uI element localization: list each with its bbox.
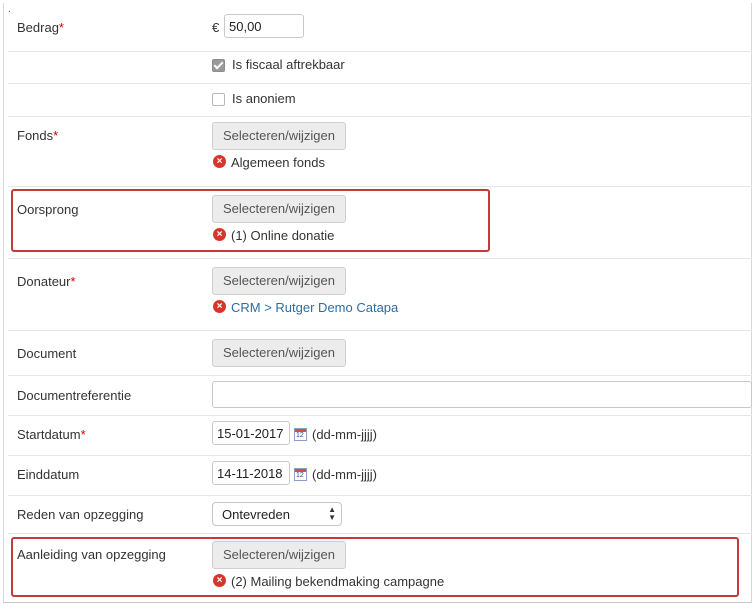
einddatum-input[interactable] [212,461,290,485]
fonds-remove-icon[interactable]: × [213,155,226,168]
reden-label: Reden van opzegging [17,507,144,522]
row-document: Document Selecteren/wijzigen [8,330,752,376]
startdatum-calendar-icon[interactable]: 12 [294,428,307,441]
anoniem-checkbox[interactable] [212,93,225,106]
row-donateur: Donateur* Selecteren/wijzigen × CRM > Ru… [8,258,752,331]
bedrag-label: Bedrag* [17,20,64,35]
fiscaal-label: Is fiscaal aftrekbaar [232,57,345,72]
donateur-select-button[interactable]: Selecteren/wijzigen [212,267,346,295]
einddatum-label: Einddatum [17,467,80,482]
row-reden: Reden van opzegging Ontevreden ▲ ▼ [8,495,752,534]
einddatum-format: (dd-mm-jjjj) [312,467,377,482]
einddatum-calendar-icon[interactable]: 12 [294,468,307,481]
fiscaal-checkbox[interactable] [212,59,225,72]
document-label: Document [17,346,77,361]
reden-selected: Ontevreden [222,507,290,522]
row-documentreferentie: Documentreferentie [8,375,752,416]
fonds-select-button[interactable]: Selecteren/wijzigen [212,122,346,150]
oorsprong-highlight [11,189,490,252]
row-einddatum: Einddatum 12 (dd-mm-jjjj) [8,455,752,496]
currency-symbol: € [212,20,220,35]
startdatum-input[interactable] [212,421,290,445]
bedrag-input[interactable] [224,14,304,38]
donateur-link[interactable]: CRM > Rutger Demo Catapa [231,300,398,315]
row-anoniem: Is anoniem [8,83,752,117]
reden-select[interactable]: Ontevreden ▲ ▼ [212,502,342,526]
aanleiding-highlight [11,537,739,597]
fonds-selection: Algemeen fonds [231,155,325,170]
donateur-label: Donateur* [17,274,76,289]
row-fonds: Fonds* Selecteren/wijzigen × Algemeen fo… [8,116,752,187]
row-bedrag: Bedrag* € [8,0,752,52]
select-arrows-icon: ▲ ▼ [328,505,336,522]
documentreferentie-input[interactable] [212,381,752,408]
documentreferentie-label: Documentreferentie [17,388,132,403]
row-fiscaal: Is fiscaal aftrekbaar [8,51,752,84]
startdatum-format: (dd-mm-jjjj) [312,427,377,442]
document-select-button[interactable]: Selecteren/wijzigen [212,339,346,367]
anoniem-label: Is anoniem [232,91,296,106]
donateur-remove-icon[interactable]: × [213,300,226,313]
row-startdatum: Startdatum* 12 (dd-mm-jjjj) [8,415,752,456]
fonds-label: Fonds* [17,128,59,143]
startdatum-label: Startdatum* [17,427,86,442]
